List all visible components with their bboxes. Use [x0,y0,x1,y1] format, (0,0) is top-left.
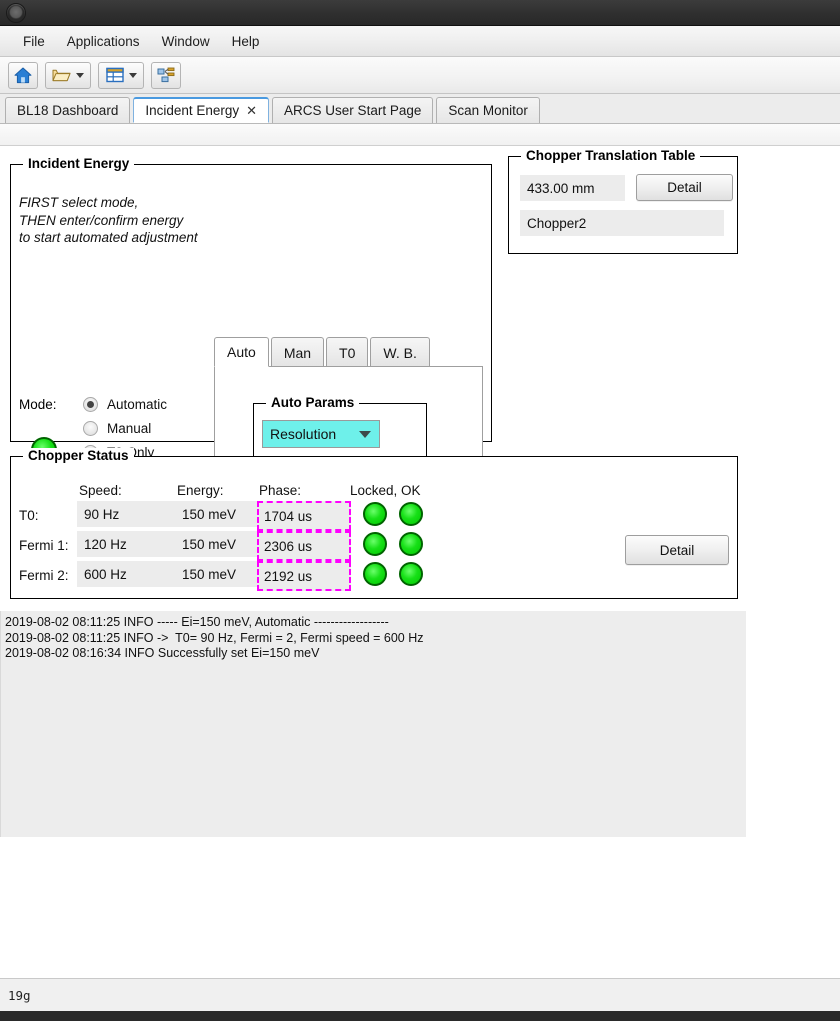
home-icon [14,67,32,84]
mode-tab-strip: Auto Man T0 W. B. [214,337,430,367]
chopper-translation-table-panel: Chopper Translation Table 433.00 mm Deta… [508,156,738,254]
log-line: 2019-08-02 08:11:25 INFO ----- Ei=150 me… [5,615,742,631]
fermi2-energy-value: 150 meV [175,561,257,587]
close-icon[interactable]: ✕ [246,103,257,119]
radio-label: Automatic [107,397,167,412]
fermi1-speed-value: 120 Hz [77,531,175,557]
t0-ok-led [399,502,423,526]
instruction-line-1: FIRST select mode, [19,194,198,212]
circle-window-icon [6,3,26,23]
radio-label: Manual [107,421,151,436]
menu-bar: File Applications Window Help [0,26,840,57]
radio-indicator[interactable] [83,421,98,436]
inner-tab-label: T0 [339,345,355,361]
translation-detail-button[interactable]: Detail [636,174,733,201]
tab-label: Scan Monitor [448,103,528,118]
chevron-down-icon[interactable] [76,73,84,78]
row-label-t0: T0: [19,508,39,523]
tab-label: BL18 Dashboard [17,103,118,118]
instructions: FIRST select mode, THEN enter/confirm en… [19,194,198,247]
inner-tab-auto[interactable]: Auto [214,337,269,367]
status-bar: 19g [0,978,840,1011]
chopper-translation-title: Chopper Translation Table [521,148,700,163]
chopper-status-detail-button[interactable]: Detail [625,535,729,565]
t0-speed-value: 90 Hz [77,501,175,527]
column-header-phase: Phase: [259,483,301,498]
fermi1-energy-value: 150 meV [175,531,257,557]
incident-energy-panel: Incident Energy FIRST select mode, THEN … [10,164,492,442]
hierarchy-tree-icon [157,67,175,83]
row-label-fermi2: Fermi 2: [19,568,69,583]
chevron-down-icon[interactable] [129,73,137,78]
inner-tab-man[interactable]: Man [271,337,324,367]
open-button[interactable] [45,62,91,89]
fermi1-locked-led [363,532,387,556]
hierarchy-button[interactable] [151,62,181,89]
instruction-line-3: to start automated adjustment [19,229,198,247]
fermi1-phase-value[interactable]: 2306 us [257,531,351,561]
inner-tab-label: Auto [227,344,256,360]
inner-tab-t0[interactable]: T0 [326,337,368,367]
log-line: 2019-08-02 08:16:34 INFO Successfully se… [5,646,742,662]
auto-params-title: Auto Params [266,395,359,410]
mode-label: Mode: [19,397,57,412]
page-toolbar-strip [0,124,840,146]
tab-label: ARCS User Start Page [284,103,421,118]
t0-energy-value: 150 meV [175,501,257,527]
open-folder-icon [52,67,71,83]
chopper-status-title: Chopper Status [23,448,134,463]
tab-scan-monitor[interactable]: Scan Monitor [436,97,540,123]
chevron-down-icon[interactable] [359,431,371,438]
column-header-energy: Energy: [177,483,224,498]
t0-phase-value[interactable]: 1704 us [257,501,351,531]
radio-indicator[interactable] [83,397,98,412]
log-line: 2019-08-02 08:11:25 INFO -> T0= 90 Hz, F… [5,631,742,647]
column-header-speed: Speed: [79,483,122,498]
menu-item-file[interactable]: File [12,31,56,52]
tab-bl18-dashboard[interactable]: BL18 Dashboard [5,97,130,123]
chopper-status-panel: Chopper Status Speed: Energy: Phase: Loc… [10,456,738,599]
fermi2-locked-led [363,562,387,586]
radio-manual[interactable]: Manual [83,416,181,440]
main-content: Incident Energy FIRST select mode, THEN … [0,124,840,1021]
fermi1-ok-led [399,532,423,556]
fermi2-speed-value: 600 Hz [77,561,175,587]
tab-strip: BL18 Dashboard Incident Energy ✕ ARCS Us… [0,94,840,124]
table-grid-icon [106,67,124,83]
auto-params-mode-value: Resolution [270,426,336,442]
tab-incident-energy[interactable]: Incident Energy ✕ [133,97,269,123]
menu-item-applications[interactable]: Applications [56,31,151,52]
radio-automatic[interactable]: Automatic [83,392,181,416]
inner-tab-label: W. B. [383,345,416,361]
tab-arcs-user-start-page[interactable]: ARCS User Start Page [272,97,433,123]
tab-label: Incident Energy [145,103,239,118]
toolbar [0,57,840,94]
column-header-locked-ok: Locked, OK [350,483,421,498]
table-view-button[interactable] [98,62,144,89]
fermi2-phase-value[interactable]: 2192 us [257,561,351,591]
instruction-line-2: THEN enter/confirm energy [19,212,198,230]
auto-params-mode-select[interactable]: Resolution [262,420,380,448]
row-label-fermi1: Fermi 1: [19,538,69,553]
inner-tab-label: Man [284,345,311,361]
menu-item-help[interactable]: Help [221,31,271,52]
fermi2-ok-led [399,562,423,586]
inner-tab-wb[interactable]: W. B. [370,337,429,367]
window-title-bar [0,0,840,26]
log-panel[interactable]: 2019-08-02 08:11:25 INFO ----- Ei=150 me… [0,611,746,837]
status-bar-text: 19g [8,988,31,1003]
translation-chopper-value: Chopper2 [520,210,724,236]
t0-locked-led [363,502,387,526]
translation-position-value: 433.00 mm [520,175,625,201]
menu-item-window[interactable]: Window [151,31,221,52]
incident-energy-title: Incident Energy [23,156,134,171]
home-button[interactable] [8,62,38,89]
application-window: File Applications Window Help [0,0,840,1021]
window-bottom-edge [0,1011,840,1021]
